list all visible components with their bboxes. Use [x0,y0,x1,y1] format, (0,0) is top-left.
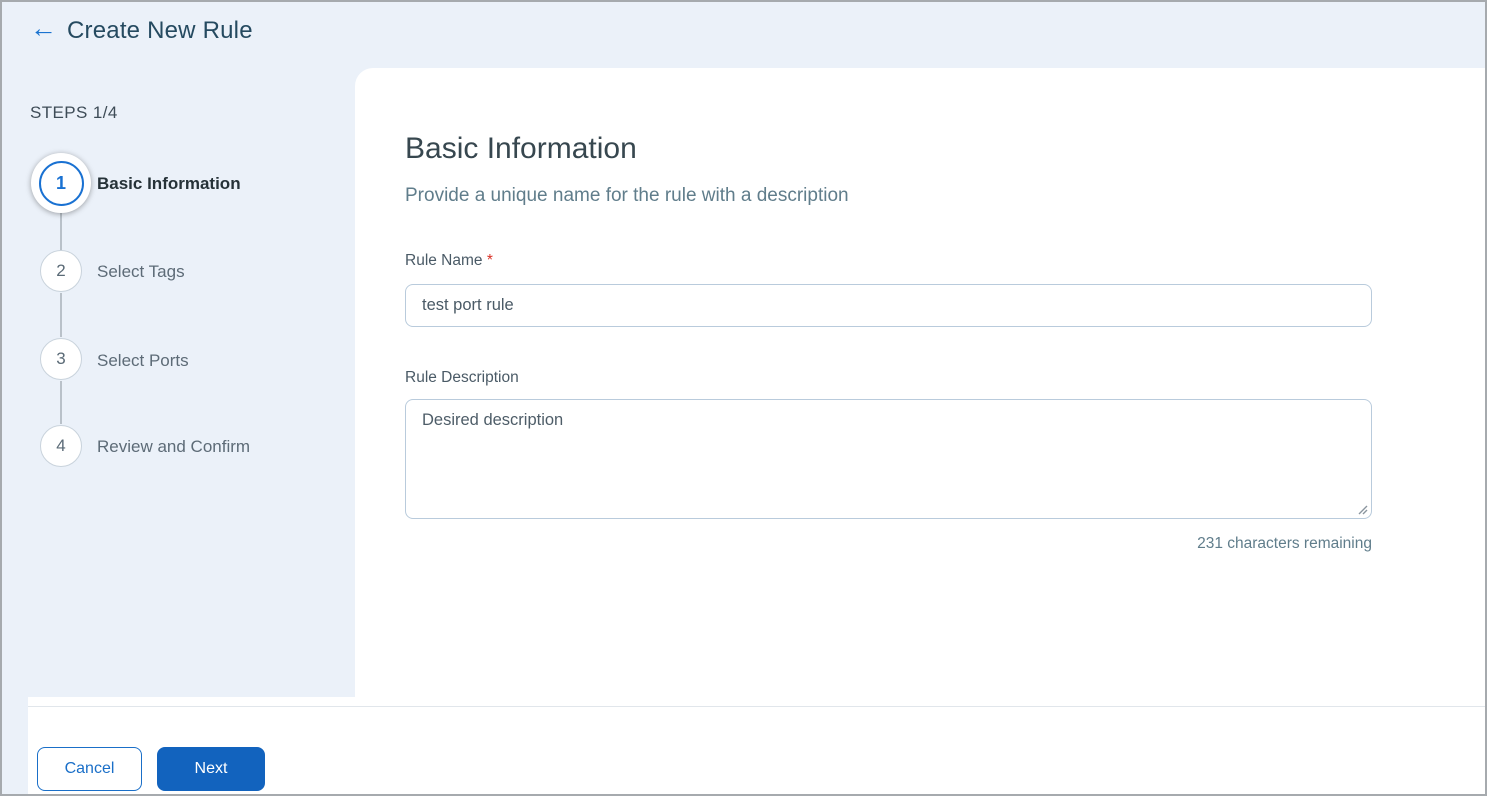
step-connector [60,381,62,424]
section-subheading: Provide a unique name for the rule with … [405,185,849,206]
step-connector [60,293,62,337]
step-3-indicator[interactable]: 3 [40,338,82,380]
header: ← Create New Rule [2,2,1485,62]
rule-description-field: Desired description [405,399,1372,519]
step-2-label[interactable]: Select Tags [97,262,185,282]
section-heading: Basic Information [405,132,637,165]
textarea-resize-handle-icon[interactable] [1356,503,1368,515]
rule-description-textarea[interactable]: Desired description [405,399,1372,519]
characters-remaining-text: 231 characters remaining [1197,535,1372,552]
create-rule-window: ← Create New Rule STEPS 1/4 1 Basic Info… [0,0,1487,796]
page-title: Create New Rule [67,17,253,44]
step-2-indicator[interactable]: 2 [40,250,82,292]
rule-name-label-text: Rule Name [405,252,483,269]
step-4-label[interactable]: Review and Confirm [97,437,250,457]
rule-name-input[interactable] [405,284,1372,327]
step-connector [60,212,62,250]
steps-progress-label: STEPS 1/4 [30,103,118,122]
required-asterisk: * [486,252,493,269]
footer-bar: Cancel Next [28,697,1485,794]
rule-description-label: Rule Description [405,369,519,386]
step-4-indicator[interactable]: 4 [40,425,82,467]
cancel-button[interactable]: Cancel [37,747,142,791]
footer-divider [28,706,1485,707]
back-arrow-icon[interactable]: ← [30,12,57,44]
step-1-label[interactable]: Basic Information [97,174,241,194]
step-1-indicator[interactable]: 1 [31,153,91,213]
step-1-number: 1 [38,160,84,206]
rule-name-label: Rule Name * [405,252,493,270]
next-button[interactable]: Next [157,747,265,791]
step-3-label[interactable]: Select Ports [97,351,189,371]
